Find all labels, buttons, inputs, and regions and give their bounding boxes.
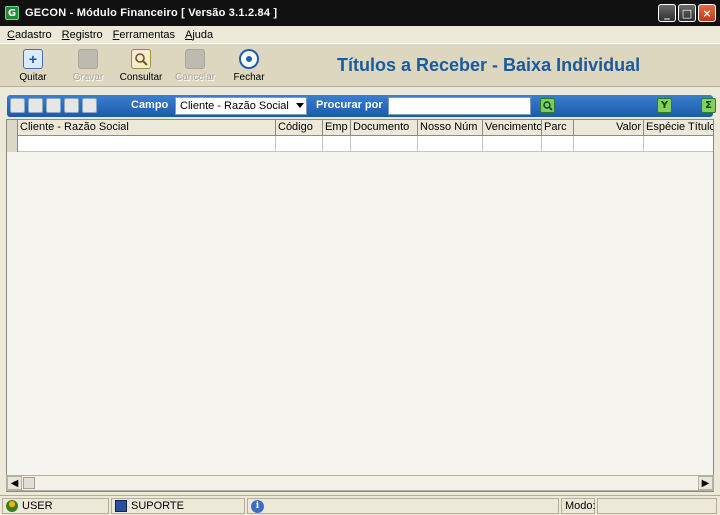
menu-bar: Cadastro Registro Ferramentas Ajuda (0, 26, 720, 43)
fechar-button[interactable]: Fechar (221, 48, 277, 86)
table-cell[interactable] (644, 136, 713, 152)
search-bar: Campo Cliente - Razão Social Procurar po… (7, 95, 716, 117)
col-cliente[interactable]: Cliente - Razão Social (18, 120, 276, 136)
titles-grid[interactable]: Cliente - Razão Social Código Emp Docume… (6, 119, 714, 492)
horizontal-scrollbar[interactable]: ◀ ▶ (6, 475, 714, 491)
search-go-button[interactable] (540, 98, 555, 113)
table-cell[interactable] (574, 136, 644, 152)
chevron-down-icon (296, 103, 304, 108)
scroll-right-button[interactable]: ▶ (698, 476, 713, 490)
consultar-label: Consultar (119, 72, 163, 83)
table-cell[interactable] (483, 136, 542, 152)
cancelar-button[interactable]: Cancelar (167, 48, 223, 86)
procurar-label: Procurar por (316, 99, 383, 111)
info-icon: i (251, 499, 264, 513)
campo-select-value: Cliente - Razão Social (180, 100, 289, 112)
window-controls: _ □ × (658, 4, 716, 22)
app-logo-icon: G (5, 6, 19, 20)
status-support: SUPORTE (111, 498, 245, 514)
col-nosso-num[interactable]: Nosso Núm (418, 120, 483, 136)
menu-registro[interactable]: Registro (57, 29, 108, 41)
status-user-label: USER (22, 500, 53, 512)
close-window-button[interactable]: × (698, 4, 716, 22)
gravar-label: Gravar (72, 72, 104, 83)
status-support-label: SUPORTE (131, 500, 184, 512)
status-bar: USER SUPORTE i Modo: (0, 495, 720, 515)
toolbar: + Quitar Gravar Consultar Cancelar Fecha… (0, 43, 720, 87)
nav-last-button[interactable] (64, 98, 79, 113)
close-icon (239, 49, 259, 69)
col-especie-titulo[interactable]: Espécie Título (644, 120, 713, 136)
col-codigo[interactable]: Código (276, 120, 323, 136)
table-cell[interactable] (276, 136, 323, 152)
add-icon: + (23, 49, 43, 69)
nav-next-button[interactable] (46, 98, 61, 113)
grid-header: Cliente - Razão Social Código Emp Docume… (7, 120, 713, 136)
sum-icon: Σ (705, 100, 712, 111)
quitar-button[interactable]: + Quitar (5, 48, 61, 86)
table-cell[interactable] (418, 136, 483, 152)
menu-ferramentas[interactable]: Ferramentas (108, 29, 180, 41)
col-parc[interactable]: Parc (542, 120, 574, 136)
table-row[interactable] (7, 136, 713, 152)
save-icon (78, 49, 98, 69)
sum-button[interactable]: Σ (701, 98, 716, 113)
row-indicator-header (7, 120, 18, 136)
table-cell[interactable] (351, 136, 418, 152)
cancelar-label: Cancelar (174, 72, 216, 83)
col-documento[interactable]: Documento (351, 120, 418, 136)
window-title: GECON - Módulo Financeiro [ Versão 3.1.2… (25, 7, 278, 19)
cancel-icon (185, 49, 205, 69)
col-emp[interactable]: Emp (323, 120, 351, 136)
maximize-button[interactable]: □ (678, 4, 696, 22)
campo-label: Campo (131, 99, 169, 111)
campo-select[interactable]: Cliente - Razão Social (175, 97, 307, 115)
user-icon (6, 500, 18, 512)
table-cell[interactable] (18, 136, 276, 152)
table-cell[interactable] (542, 136, 574, 152)
status-mode-value (597, 498, 717, 514)
status-user: USER (2, 498, 109, 514)
col-valor[interactable]: Valor (574, 120, 644, 136)
fechar-label: Fechar (233, 72, 265, 83)
nav-refresh-button[interactable] (82, 98, 97, 113)
gravar-button[interactable]: Gravar (60, 48, 116, 86)
col-vencimento[interactable]: Vencimento (483, 120, 542, 136)
scroll-left-button[interactable]: ◀ (7, 476, 22, 490)
filter-icon: Y (660, 100, 669, 111)
scroll-thumb[interactable] (23, 477, 35, 489)
computer-icon (115, 500, 127, 512)
status-mode-label: Modo: (565, 500, 596, 512)
menu-cadastro[interactable]: Cadastro (2, 29, 57, 41)
search-icon (131, 49, 151, 69)
nav-first-button[interactable] (10, 98, 25, 113)
window-title-bar: G GECON - Módulo Financeiro [ Versão 3.1… (0, 0, 720, 26)
consultar-button[interactable]: Consultar (113, 48, 169, 86)
nav-prev-button[interactable] (28, 98, 43, 113)
magnifier-icon (542, 100, 553, 111)
table-cell[interactable] (323, 136, 351, 152)
quitar-label: Quitar (19, 72, 47, 83)
row-indicator (7, 136, 18, 152)
filter-button[interactable]: Y (657, 98, 672, 113)
menu-ajuda[interactable]: Ajuda (180, 29, 218, 41)
minimize-button[interactable]: _ (658, 4, 676, 22)
search-input[interactable] (388, 97, 531, 115)
status-info: i (247, 498, 559, 514)
page-title: Títulos a Receber - Baixa Individual (337, 55, 641, 75)
status-mode: Modo: (561, 498, 596, 514)
